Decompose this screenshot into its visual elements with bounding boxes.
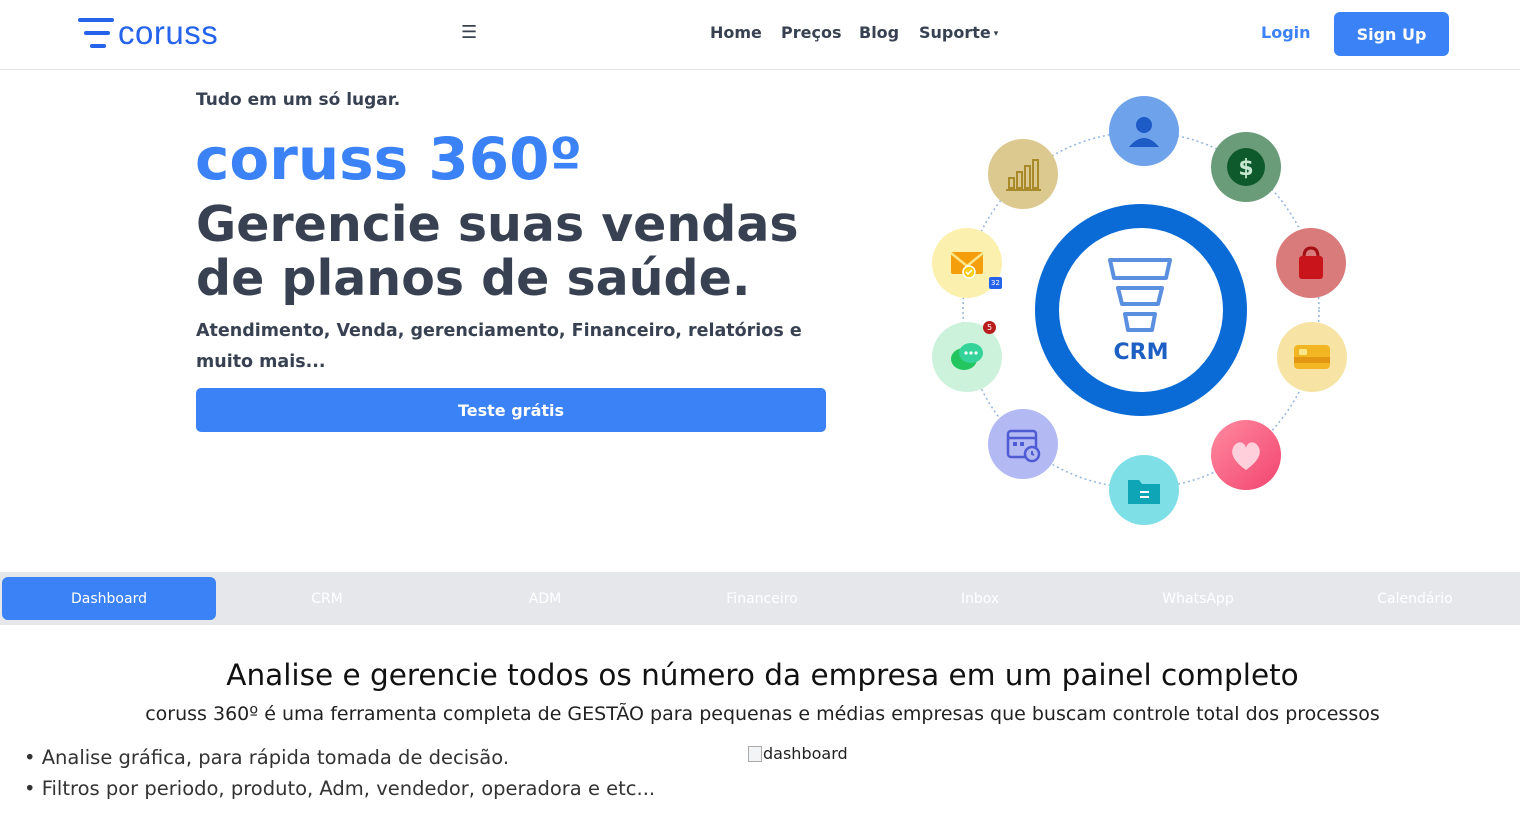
tab-financeiro[interactable]: Financeiro [655,577,869,620]
section-title: Analise e gerencie todos os número da em… [226,658,1299,692]
dashboard-image-alt: dashboard [763,744,848,763]
logo[interactable]: coruss [76,16,218,50]
feature-bullets: • Analise gráfica, para rápida tomada de… [24,742,655,804]
nav-precos-link[interactable]: Preços [781,22,851,44]
bullet-item: • Analise gráfica, para rápida tomada de… [24,746,510,769]
hero-subtext: Atendimento, Venda, gerenciamento, Finan… [196,321,802,372]
tab-inbox[interactable]: Inbox [873,577,1087,620]
tab-whatsapp[interactable]: WhatsApp [1091,577,1305,620]
section-subtitle: coruss 360º é uma ferramenta completa de… [145,703,1380,725]
crm-label: CRM [1113,340,1169,365]
logo-mark-icon [76,16,116,50]
caret-down-icon: ▾ [993,28,999,39]
svg-text:$: $ [1238,156,1253,181]
hero-brand-title: coruss 360º [195,125,583,193]
calendar-icon [988,409,1058,479]
broken-image-icon [748,745,762,762]
hamburger-icon[interactable]: ☰ [461,24,477,42]
nav-suporte-dropdown[interactable]: Suporte ▾ [919,22,1019,45]
hero-eyebrow: Tudo em um só lugar. [196,90,401,110]
tab-adm[interactable]: ADM [438,577,652,620]
mail-count-badge: 32 [989,277,1002,289]
nav-blog-link[interactable]: Blog [859,22,909,44]
shopping-bag-icon [1276,228,1346,298]
tab-crm[interactable]: CRM [220,577,434,620]
user-icon [1109,96,1179,166]
dollar-icon: $ [1211,132,1281,202]
chat-notification-badge: 5 [983,321,996,334]
feature-tabs: Dashboard CRM ADM Financeiro Inbox Whats… [0,572,1520,625]
credit-card-icon [1277,322,1347,392]
signup-button[interactable]: Sign Up [1334,12,1449,56]
crm-illustration: CRM $ 5 32 [920,88,1360,528]
free-trial-button[interactable]: Teste grátis [196,388,826,432]
tab-dashboard[interactable]: Dashboard [2,577,216,620]
nav-home-link[interactable]: Home [710,22,770,44]
tab-calendario[interactable]: Calendário [1308,577,1520,620]
bar-chart-icon [988,139,1058,209]
heart-icon [1211,420,1281,490]
top-navbar: coruss ☰ Home Preços Blog Suporte ▾ Login… [0,0,1520,70]
hero-headline: Gerencie suas vendas de planos de saúde. [196,196,799,307]
folder-icon [1109,455,1179,525]
dashboard-image: dashboard [748,744,848,763]
login-link[interactable]: Login [1261,22,1311,44]
bullet-item: • Filtros por periodo, produto, Adm, ven… [24,777,656,800]
nav-suporte-label: Suporte [919,23,991,42]
logo-text: coruss [118,14,219,51]
